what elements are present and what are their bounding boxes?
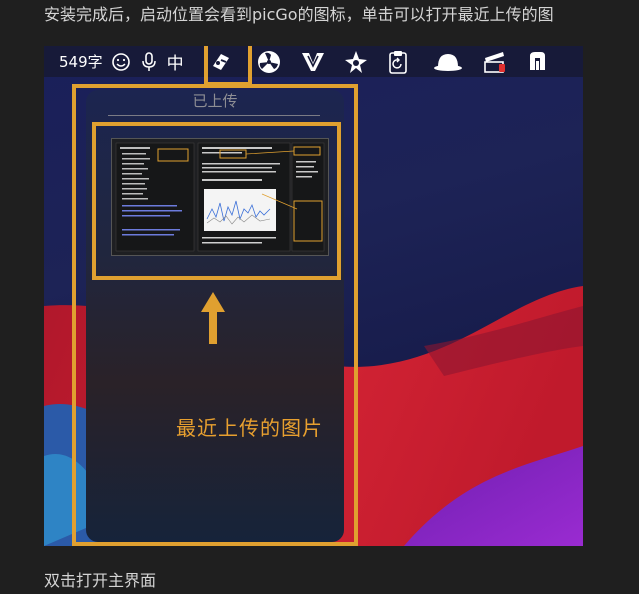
smiley-icon[interactable] [111, 52, 131, 72]
word-count: 549字 [59, 53, 103, 71]
article-paragraph-next: 双击打开主界面 [44, 571, 157, 590]
vee-icon[interactable] [301, 51, 325, 73]
cut-icon[interactable] [527, 50, 547, 74]
screenshot-figure: 549字 中 已上传 最近上传的图片 [44, 46, 583, 546]
shuriken-icon[interactable] [344, 50, 368, 74]
thumbnail-highlight [92, 122, 341, 280]
clapper-icon[interactable] [483, 50, 509, 74]
fan-icon[interactable] [257, 50, 281, 74]
microphone-icon[interactable] [140, 51, 158, 73]
input-method-indicator[interactable]: 中 [167, 49, 184, 74]
article-paragraph: 安装完成后，启动位置会看到picGo的图标，单击可以打开最近上传的图 [44, 5, 554, 24]
picgo-icon-highlight [204, 46, 252, 86]
hat-icon[interactable] [433, 51, 463, 73]
clipboard-icon[interactable] [388, 50, 408, 74]
menu-bar: 549字 中 [44, 46, 583, 77]
